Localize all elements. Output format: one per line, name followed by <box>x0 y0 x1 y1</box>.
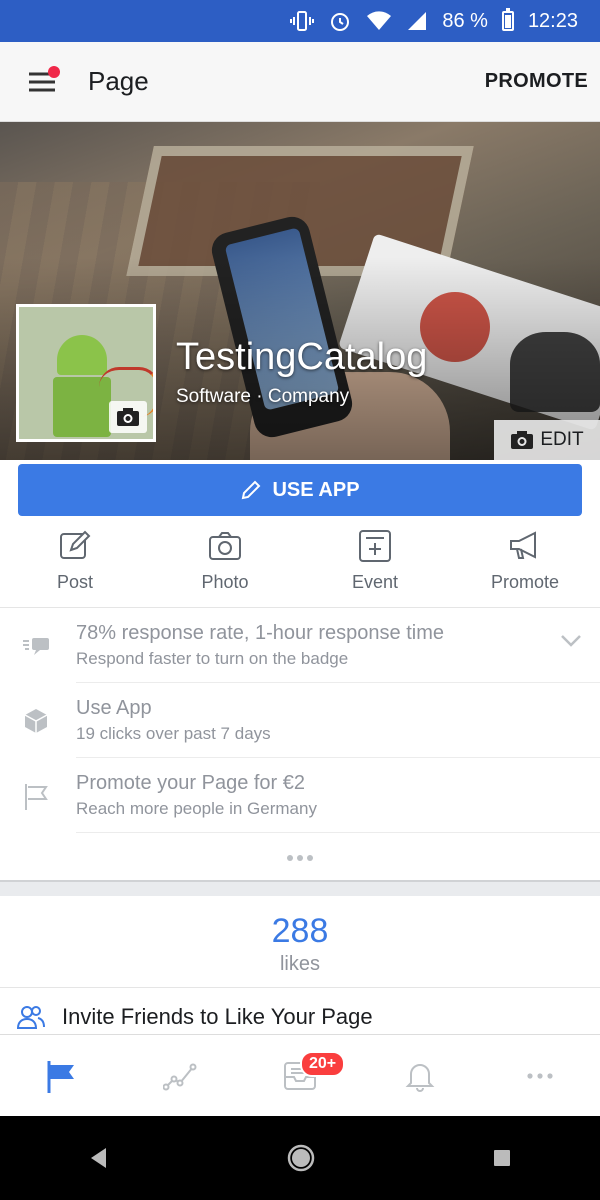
recents-icon[interactable] <box>492 1148 512 1168</box>
profile-camera-button[interactable] <box>109 401 147 433</box>
invite-friends[interactable]: Invite Friends to Like Your Page <box>16 1004 373 1030</box>
promote-button[interactable]: PROMOTE <box>485 70 588 93</box>
likes-label: likes <box>279 953 320 975</box>
page-title: Page <box>88 66 149 96</box>
cube-icon <box>24 709 48 733</box>
camera-icon <box>209 532 241 560</box>
insight-subtitle: 19 clicks over past 7 days <box>76 724 271 743</box>
friends-icon <box>16 1006 45 1029</box>
flag-icon <box>47 1060 74 1093</box>
action-photo[interactable]: Photo <box>150 528 300 607</box>
clock: 12:23 <box>527 9 578 32</box>
use-app-label: USE APP <box>272 478 360 501</box>
insight-use-app[interactable]: Use App 19 clicks over past 7 days <box>0 683 600 758</box>
alarm-icon <box>328 9 352 33</box>
action-label: Post <box>56 572 94 592</box>
separator <box>76 832 600 833</box>
insights-icon <box>163 1063 197 1090</box>
section-divider <box>0 880 600 896</box>
edit-label: EDIT <box>540 429 584 450</box>
more-insights-button[interactable] <box>0 842 600 868</box>
action-event[interactable]: Event <box>300 528 450 607</box>
bell-icon <box>405 1063 435 1092</box>
bottom-tab-bar: 20+ <box>0 1034 600 1116</box>
page-category: Software · Company <box>176 386 350 407</box>
camera-icon <box>117 408 139 426</box>
system-nav-bar <box>0 1116 600 1200</box>
chevron-down-icon[interactable] <box>560 634 582 648</box>
page-actions: Post Photo Event Promote <box>0 528 600 608</box>
home-icon[interactable] <box>286 1143 316 1173</box>
tab-page[interactable] <box>0 1035 120 1116</box>
likes-count: 288 <box>271 912 329 950</box>
insight-promote-page[interactable]: Promote your Page for €2 Reach more peop… <box>0 758 600 833</box>
signal-icon <box>406 10 428 32</box>
more-icon <box>527 1072 553 1079</box>
back-icon[interactable] <box>88 1146 110 1170</box>
insights-list: 78% response rate, 1-hour response time … <box>0 608 600 833</box>
flag-icon <box>25 784 48 810</box>
insight-title: Use App <box>76 697 152 719</box>
megaphone-icon <box>510 531 536 559</box>
tab-inbox[interactable]: 20+ <box>240 1035 360 1116</box>
action-post[interactable]: Post <box>0 528 150 607</box>
pencil-icon <box>242 480 261 500</box>
compose-icon <box>60 530 91 559</box>
action-label: Photo <box>201 572 249 592</box>
insight-subtitle: Respond faster to turn on the badge <box>76 649 349 668</box>
profile-picture[interactable] <box>16 304 156 442</box>
battery-percent: 86 % <box>442 9 488 32</box>
camera-icon <box>511 431 534 449</box>
notification-dot <box>48 65 60 78</box>
tab-more[interactable] <box>480 1035 600 1116</box>
invite-label: Invite Friends to Like Your Page <box>62 1004 373 1029</box>
android-head <box>57 335 107 375</box>
likes-summary[interactable]: 288 likes <box>0 896 600 988</box>
action-promote[interactable]: Promote <box>450 528 600 607</box>
tab-insights[interactable] <box>120 1035 240 1116</box>
event-add-icon <box>359 530 391 562</box>
insight-subtitle: Reach more people in Germany <box>76 799 317 818</box>
insight-title: Promote your Page for €2 <box>76 772 306 794</box>
page-name: TestingCatalog <box>176 336 428 378</box>
vibrate-icon <box>290 9 315 33</box>
wifi-icon <box>366 10 392 32</box>
chat-icon <box>23 638 49 655</box>
app-bar: Page PROMOTE <box>0 42 600 122</box>
battery-icon <box>501 8 514 31</box>
more-dots-icon <box>287 855 313 861</box>
insight-title: 78% response rate, 1-hour response time <box>76 622 444 644</box>
tab-notifications[interactable] <box>360 1035 480 1116</box>
edit-cover-button[interactable]: EDIT <box>494 420 600 460</box>
action-label: Event <box>351 572 399 592</box>
use-app-button[interactable]: USE APP <box>18 464 582 516</box>
inbox-badge: 20+ <box>300 1051 346 1077</box>
action-label: Promote <box>490 572 560 592</box>
status-bar: 86 % 12:23 <box>0 0 600 42</box>
menu-button[interactable] <box>12 52 72 112</box>
insight-response-rate[interactable]: 78% response rate, 1-hour response time … <box>0 608 600 683</box>
